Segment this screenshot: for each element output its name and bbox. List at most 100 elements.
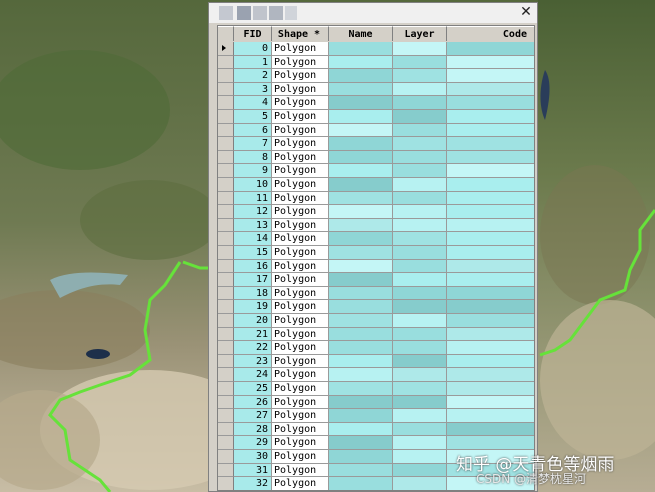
cell-shape[interactable]: Polygon	[272, 96, 329, 110]
header-shape[interactable]: Shape *	[272, 26, 329, 41]
cell-code-obscured[interactable]	[447, 42, 534, 56]
row-selector[interactable]	[218, 327, 234, 342]
cell-code-obscured[interactable]	[447, 110, 534, 124]
table-row[interactable]: 1 Polygon	[218, 55, 534, 70]
cell-name-obscured[interactable]	[329, 69, 393, 83]
table-row[interactable]: 10 Polygon	[218, 178, 534, 192]
row-selector[interactable]	[218, 96, 234, 110]
table-row[interactable]: 5 Polygon	[218, 110, 534, 124]
row-selector[interactable]	[218, 82, 234, 97]
cell-name-obscured[interactable]	[329, 110, 393, 124]
table-row[interactable]: 18 Polygon	[218, 286, 534, 301]
cell-shape[interactable]: Polygon	[272, 382, 329, 396]
cell-code-obscured[interactable]	[447, 82, 534, 97]
cell-fid[interactable]: 6	[234, 123, 272, 138]
cell-fid[interactable]: 28	[234, 422, 272, 437]
cell-shape[interactable]: Polygon	[272, 341, 329, 355]
cell-shape[interactable]: Polygon	[272, 436, 329, 450]
row-selector[interactable]	[218, 436, 234, 450]
table-row[interactable]: 29 Polygon	[218, 436, 534, 450]
cell-layer-obscured[interactable]	[393, 150, 447, 165]
cell-layer-obscured[interactable]	[393, 314, 447, 328]
cell-fid[interactable]: 12	[234, 205, 272, 219]
table-row[interactable]: 19 Polygon	[218, 300, 534, 314]
row-selector[interactable]	[218, 259, 234, 274]
cell-shape[interactable]: Polygon	[272, 422, 329, 437]
row-selector[interactable]	[218, 178, 234, 192]
cell-shape[interactable]: Polygon	[272, 450, 329, 464]
cell-code-obscured[interactable]	[447, 218, 534, 233]
cell-layer-obscured[interactable]	[393, 273, 447, 287]
row-selector[interactable]	[218, 368, 234, 382]
cell-name-obscured[interactable]	[329, 259, 393, 274]
cell-code-obscured[interactable]	[447, 368, 534, 382]
row-selector[interactable]	[218, 450, 234, 464]
cell-shape[interactable]: Polygon	[272, 110, 329, 124]
cell-fid[interactable]: 21	[234, 327, 272, 342]
cell-code-obscured[interactable]	[447, 436, 534, 450]
row-selector[interactable]	[218, 164, 234, 178]
cell-shape[interactable]: Polygon	[272, 205, 329, 219]
cell-fid[interactable]: 2	[234, 69, 272, 83]
header-name[interactable]: Name	[329, 26, 393, 41]
cell-name-obscured[interactable]	[329, 82, 393, 97]
table-row[interactable]: 2 Polygon	[218, 69, 534, 83]
cell-shape[interactable]: Polygon	[272, 327, 329, 342]
attribute-grid[interactable]: FID Shape * Name Layer Code 0 Polygon 1 Pol…	[217, 25, 535, 491]
cell-shape[interactable]: Polygon	[272, 191, 329, 206]
cell-code-obscured[interactable]	[447, 300, 534, 314]
cell-name-obscured[interactable]	[329, 382, 393, 396]
cell-shape[interactable]: Polygon	[272, 273, 329, 287]
cell-name-obscured[interactable]	[329, 218, 393, 233]
cell-fid[interactable]: 3	[234, 82, 272, 97]
header-corner[interactable]	[218, 26, 234, 41]
row-selector[interactable]	[218, 69, 234, 83]
table-row[interactable]: 15 Polygon	[218, 246, 534, 260]
cell-fid[interactable]: 32	[234, 477, 272, 490]
cell-name-obscured[interactable]	[329, 42, 393, 56]
cell-layer-obscured[interactable]	[393, 110, 447, 124]
cell-layer-obscured[interactable]	[393, 450, 447, 464]
cell-code-obscured[interactable]	[447, 246, 534, 260]
table-row[interactable]: 13 Polygon	[218, 218, 534, 233]
cell-layer-obscured[interactable]	[393, 69, 447, 83]
row-selector[interactable]	[218, 42, 234, 56]
cell-name-obscured[interactable]	[329, 191, 393, 206]
row-selector[interactable]	[218, 232, 234, 246]
cell-shape[interactable]: Polygon	[272, 164, 329, 178]
cell-fid[interactable]: 7	[234, 137, 272, 151]
cell-shape[interactable]: Polygon	[272, 69, 329, 83]
cell-layer-obscured[interactable]	[393, 82, 447, 97]
cell-layer-obscured[interactable]	[393, 218, 447, 233]
table-row[interactable]: 8 Polygon	[218, 150, 534, 165]
row-selector[interactable]	[218, 246, 234, 260]
table-row[interactable]: 22 Polygon	[218, 341, 534, 355]
cell-layer-obscured[interactable]	[393, 164, 447, 178]
cell-name-obscured[interactable]	[329, 273, 393, 287]
cell-shape[interactable]: Polygon	[272, 246, 329, 260]
row-selector[interactable]	[218, 300, 234, 314]
cell-fid[interactable]: 4	[234, 96, 272, 110]
cell-layer-obscured[interactable]	[393, 137, 447, 151]
cell-name-obscured[interactable]	[329, 368, 393, 382]
cell-fid[interactable]: 13	[234, 218, 272, 233]
cell-fid[interactable]: 15	[234, 246, 272, 260]
table-row[interactable]: 21 Polygon	[218, 327, 534, 342]
row-selector[interactable]	[218, 354, 234, 369]
cell-name-obscured[interactable]	[329, 354, 393, 369]
cell-code-obscured[interactable]	[447, 137, 534, 151]
cell-fid[interactable]: 25	[234, 382, 272, 396]
cell-fid[interactable]: 11	[234, 191, 272, 206]
cell-layer-obscured[interactable]	[393, 395, 447, 410]
cell-layer-obscured[interactable]	[393, 382, 447, 396]
cell-code-obscured[interactable]	[447, 286, 534, 301]
cell-code-obscured[interactable]	[447, 232, 534, 246]
table-row[interactable]: 4 Polygon	[218, 96, 534, 110]
row-selector[interactable]	[218, 55, 234, 70]
cell-layer-obscured[interactable]	[393, 259, 447, 274]
cell-layer-obscured[interactable]	[393, 246, 447, 260]
row-selector[interactable]	[218, 273, 234, 287]
row-selector[interactable]	[218, 123, 234, 138]
row-selector[interactable]	[218, 150, 234, 165]
cell-layer-obscured[interactable]	[393, 368, 447, 382]
